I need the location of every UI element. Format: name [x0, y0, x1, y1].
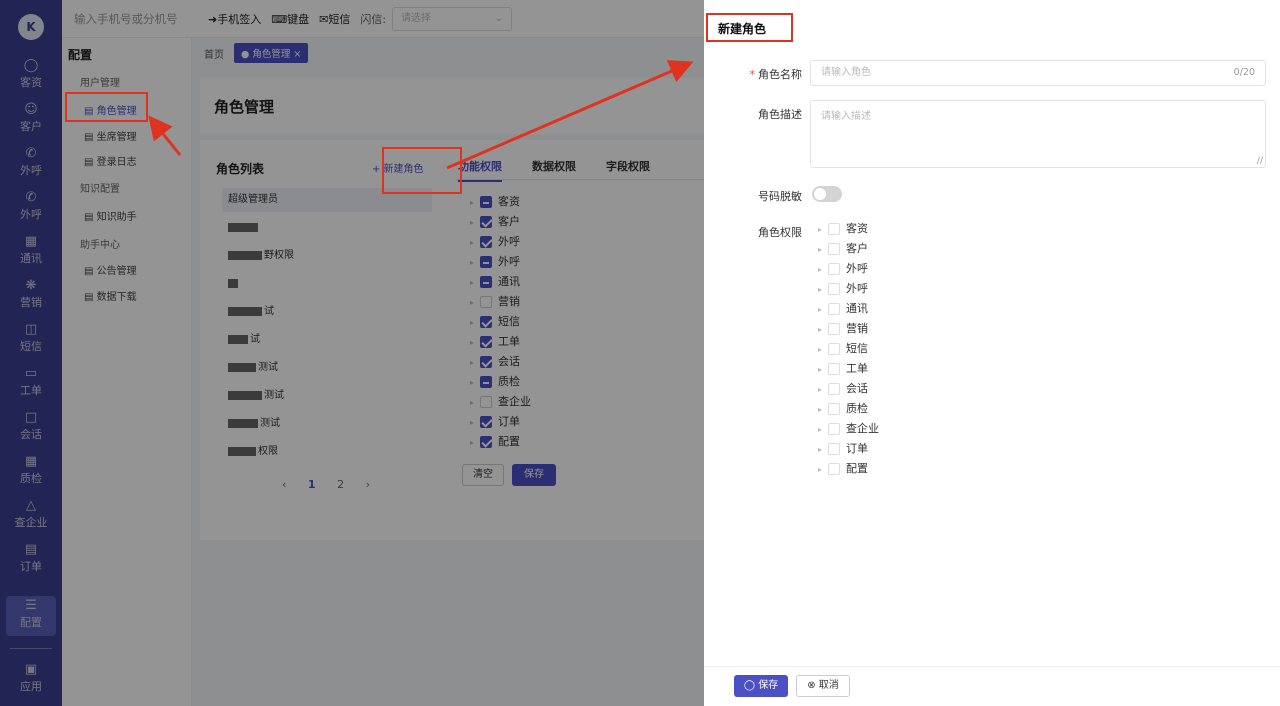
- mask-toggle[interactable]: [812, 186, 842, 202]
- expand-icon[interactable]: ▸: [818, 380, 828, 400]
- annotation-box-menu: [65, 92, 148, 122]
- expand-icon[interactable]: ▸: [818, 400, 828, 420]
- annotation-box-drawer-title: [706, 13, 793, 42]
- close-circle-icon: ⊗: [807, 680, 819, 691]
- role-name-input[interactable]: 请输入角色 0/20: [810, 60, 1266, 86]
- expand-icon[interactable]: ▸: [818, 300, 828, 320]
- drawer-cancel-button[interactable]: ⊗ 取消: [796, 675, 850, 697]
- drawer-perm-item[interactable]: ▸ 营销: [818, 319, 868, 339]
- checkbox[interactable]: [828, 383, 840, 395]
- drawer-perm-item[interactable]: ▸ 工单: [818, 359, 868, 379]
- drawer-perm-item[interactable]: ▸ 查企业: [818, 419, 879, 439]
- checkbox[interactable]: [828, 263, 840, 275]
- expand-icon[interactable]: ▸: [818, 340, 828, 360]
- drawer-perm-item[interactable]: ▸ 通讯: [818, 299, 868, 319]
- annotation-box-new-role: [382, 147, 462, 194]
- drawer-perm-item[interactable]: ▸ 短信: [818, 339, 868, 359]
- drawer-footer: ◯ 保存 ⊗ 取消: [704, 666, 1280, 706]
- checkbox[interactable]: [828, 403, 840, 415]
- checkbox[interactable]: [828, 343, 840, 355]
- drawer-perm-item[interactable]: ▸ 订单: [818, 439, 868, 459]
- check-circle-icon: ◯: [743, 680, 759, 691]
- checkbox[interactable]: [828, 323, 840, 335]
- checkbox[interactable]: [828, 443, 840, 455]
- checkbox[interactable]: [828, 303, 840, 315]
- expand-icon[interactable]: ▸: [818, 240, 828, 260]
- char-count: 0/20: [1233, 67, 1255, 78]
- drawer-perm-item[interactable]: ▸ 外呼: [818, 279, 868, 299]
- checkbox[interactable]: [828, 243, 840, 255]
- drawer-perm-item[interactable]: ▸ 质检: [818, 399, 868, 419]
- expand-icon[interactable]: ▸: [818, 220, 828, 240]
- perm-label: 角色权限: [758, 226, 802, 239]
- drawer-perm-item[interactable]: ▸ 客户: [818, 239, 868, 259]
- drawer-perm-item[interactable]: ▸ 客资: [818, 219, 868, 239]
- expand-icon[interactable]: ▸: [818, 280, 828, 300]
- checkbox[interactable]: [828, 223, 840, 235]
- checkbox[interactable]: [828, 423, 840, 435]
- checkbox[interactable]: [828, 463, 840, 475]
- drawer-perm-item[interactable]: ▸ 配置: [818, 459, 868, 479]
- expand-icon[interactable]: ▸: [818, 320, 828, 340]
- expand-icon[interactable]: ▸: [818, 440, 828, 460]
- expand-icon[interactable]: ▸: [818, 420, 828, 440]
- expand-icon[interactable]: ▸: [818, 460, 828, 480]
- checkbox[interactable]: [828, 363, 840, 375]
- role-name-label: * 角色名称: [749, 68, 803, 81]
- role-desc-input[interactable]: 请输入描述 ∕∕: [810, 100, 1266, 168]
- expand-icon[interactable]: ▸: [818, 260, 828, 280]
- expand-icon[interactable]: ▸: [818, 360, 828, 380]
- checkbox[interactable]: [828, 283, 840, 295]
- role-desc-label: 角色描述: [758, 108, 802, 121]
- drawer-save-button[interactable]: ◯ 保存: [734, 675, 788, 697]
- drawer-perm-item[interactable]: ▸ 会话: [818, 379, 868, 399]
- new-role-drawer: 新建角色 * 角色名称 请输入角色 0/20 角色描述 请输入描述 ∕∕ 号码脱敏 角…: [704, 0, 1280, 706]
- drawer-perm-item[interactable]: ▸ 外呼: [818, 259, 868, 279]
- resize-handle-icon[interactable]: ∕∕: [1257, 156, 1263, 166]
- mask-label: 号码脱敏: [758, 190, 802, 203]
- required-mark: *: [749, 68, 756, 81]
